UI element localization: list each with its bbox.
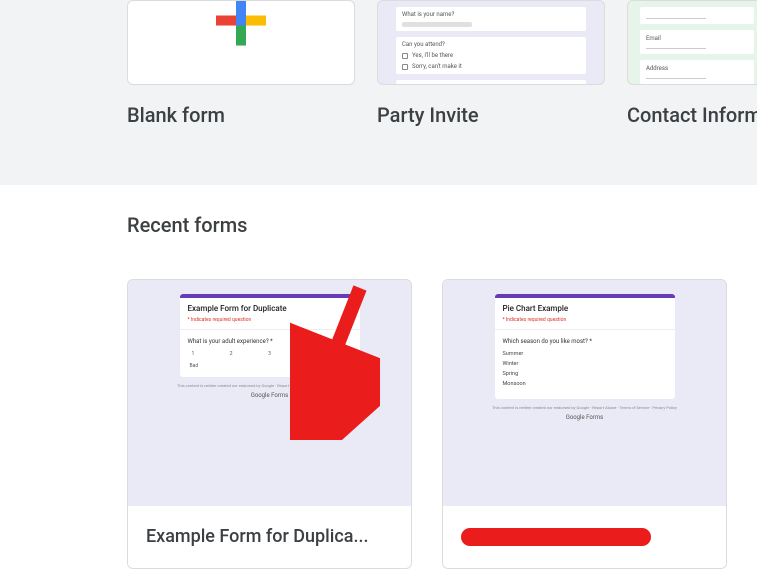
recent-thumb: Example Form for Duplicate * Indicates r… [128,280,411,506]
preview-text: Address [646,65,748,72]
recent-section: Recent forms Example Form for Duplicate … [0,185,757,569]
scale-num: 3 [268,351,271,357]
plus-icon [211,0,271,54]
preview-required: * Indicates required question [503,317,667,323]
template-thumb-party: What is your name? Can you attend? Yes, … [377,0,605,85]
templates-row: Blank form What is your name? Can you at… [0,0,757,127]
recent-thumb: Pie Chart Example * Indicates required q… [443,280,726,506]
preview-text: What is your name? [402,11,580,18]
preview-option: Monsoon [503,381,667,387]
template-thumb-contact: Email Address [627,0,757,85]
preview-text: Email [646,35,748,42]
recent-form-card[interactable]: Pie Chart Example * Indicates required q… [442,279,727,569]
recent-form-title: Example Form for Duplica... [128,506,411,567]
scale-num: 4 [306,351,309,357]
scale-num: 5 [345,351,348,357]
preview-text: Can you attend? [402,41,580,48]
template-label: Party Invite [377,103,605,127]
scale-num: 2 [230,351,233,357]
recent-form-title-redacted [443,506,726,568]
preview-question: Which season do you like most? * [503,338,667,345]
preview-question: What is your adult experience? * [188,338,352,345]
preview-form-title: Example Form for Duplicate [188,304,352,313]
preview-brand: Google Forms [566,414,604,421]
templates-section: Blank form What is your name? Can you at… [0,0,757,185]
preview-option: Summer [503,351,667,357]
recent-form-card[interactable]: Example Form for Duplicate * Indicates r… [127,279,412,569]
recent-row: Example Form for Duplicate * Indicates r… [127,279,757,569]
template-card-contact[interactable]: Email Address Contact Information [627,0,757,127]
preview-form-title: Pie Chart Example [503,304,667,313]
preview-option: Spring [503,371,667,377]
template-label: Blank form [127,103,355,127]
preview-text: How many of you are attending? [402,84,580,85]
scale-left: Bad [190,363,199,369]
preview-brand: Google Forms [251,392,289,399]
scale-num: 1 [192,351,195,357]
preview-required: * Indicates required question [188,317,352,323]
preview-option: Winter [503,361,667,367]
preview-footer: This content is neither created nor endo… [177,383,362,388]
template-card-blank[interactable]: Blank form [127,0,355,127]
recent-forms-heading: Recent forms [127,213,757,237]
template-thumb-blank [127,0,355,85]
preview-footer: This content is neither created nor endo… [492,405,677,410]
preview-text: Sorry, can't make it [412,63,462,70]
template-card-party[interactable]: What is your name? Can you attend? Yes, … [377,0,605,127]
preview-text: Yes, I'll be there [412,52,453,59]
redaction-mark-icon [461,528,651,546]
scale-right: Excellent [329,363,349,369]
template-label: Contact Information [627,103,757,127]
